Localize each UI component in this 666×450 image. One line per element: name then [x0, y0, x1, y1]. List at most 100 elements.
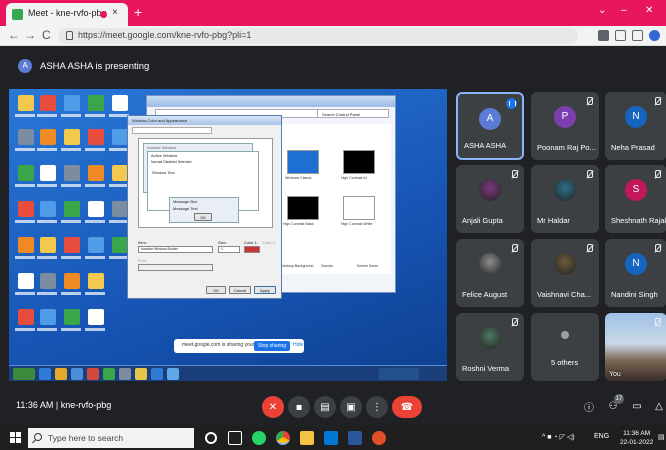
- mic-off-icon: [653, 170, 661, 180]
- participant-tile[interactable]: S Sheshnath Rajak: [605, 165, 666, 233]
- participant-tile[interactable]: Felice August: [456, 239, 524, 307]
- file-explorer-icon[interactable]: [300, 431, 314, 445]
- url-bar[interactable]: https://meet.google.com/kne-rvfo-pbg?pli…: [58, 28, 578, 44]
- chrome-icon[interactable]: [276, 431, 290, 445]
- desktop-icon-label: [37, 184, 57, 187]
- desktop-icon-label: [61, 328, 81, 331]
- camera-permission-icon[interactable]: [598, 30, 609, 41]
- desktop-icon: [64, 95, 80, 111]
- word-icon[interactable]: [348, 431, 362, 445]
- meeting-details-button[interactable]: ⓘ: [582, 399, 596, 414]
- app-icon[interactable]: [372, 431, 386, 445]
- camera-icon: ▪: [295, 401, 303, 413]
- desktop-icon-label: [85, 184, 105, 187]
- leave-call-button[interactable]: ☎: [392, 396, 422, 418]
- minimize-button[interactable]: –: [621, 5, 627, 16]
- mic-off-icon: [510, 170, 518, 180]
- mic-off-icon: [510, 244, 518, 254]
- desktop-icon-label: [109, 114, 129, 117]
- desktop-icon: [112, 95, 128, 111]
- participant-name: Anjali Gupta: [462, 216, 503, 225]
- desktop-icon: [18, 309, 34, 325]
- desktop-icon: [64, 201, 80, 217]
- new-tab-button[interactable]: +: [134, 4, 142, 20]
- participant-tile[interactable]: Mr Haldar: [531, 165, 599, 233]
- reload-button[interactable]: C: [42, 28, 51, 42]
- desktop-icon: [18, 273, 34, 289]
- desktop-icon-label: [15, 256, 35, 259]
- participant-photo: [479, 179, 501, 201]
- desktop-icon-label: [61, 256, 81, 259]
- activities-button[interactable]: △: [652, 399, 666, 413]
- windows-taskbar: Type here to search ^ ■ ◔ ◸ ◁) ENG 11:36…: [0, 426, 666, 450]
- mic-off-icon: [585, 170, 593, 180]
- desktop-icon-label: [37, 256, 57, 259]
- participant-tile[interactable]: Roshni Verma: [456, 313, 524, 381]
- participant-name: Neha Prasad: [611, 143, 655, 152]
- participant-tile[interactable]: N Neha Prasad: [605, 92, 666, 160]
- start-orb-icon: [13, 368, 35, 380]
- cortana-icon[interactable]: [205, 432, 217, 444]
- browser-tab[interactable]: Meet - kne-rvfo-pbg ×: [6, 3, 128, 26]
- mic-off-icon: ✕: [268, 401, 278, 413]
- extensions-icon[interactable]: [632, 30, 643, 41]
- participant-tile[interactable]: A ASHA ASHA: [456, 92, 524, 160]
- desktop-icon: [18, 237, 34, 253]
- taskbar-clock[interactable]: 11:36 AM 22-01-2022: [620, 429, 653, 447]
- desktop-icon-label: [15, 220, 35, 223]
- shared-tray: [379, 368, 419, 380]
- tray-icons[interactable]: ^ ■ ◔ ◸ ◁): [542, 433, 575, 441]
- desktop-icon: [112, 201, 128, 217]
- mic-off-icon: [653, 318, 661, 328]
- theme-hc-black: [287, 196, 319, 220]
- language-indicator[interactable]: ENG: [594, 433, 609, 440]
- meet-favicon-icon: [12, 9, 23, 20]
- desktop-icon-label: [85, 148, 105, 151]
- participant-name: Poonam Raj Po...: [537, 143, 596, 152]
- participant-avatar: P: [554, 106, 576, 128]
- people-button[interactable]: ⚇ 17: [606, 394, 624, 413]
- participant-tile[interactable]: Anjali Gupta: [456, 165, 524, 233]
- desktop-icon: [18, 165, 34, 181]
- desktop-icon: [88, 95, 104, 111]
- desktop-icon-label: [37, 220, 57, 223]
- mic-off-icon: [585, 244, 593, 254]
- windows-start-button[interactable]: [10, 432, 22, 444]
- profile-avatar-icon[interactable]: [649, 30, 660, 41]
- present-now-button[interactable]: ▣: [340, 396, 362, 418]
- forward-button[interactable]: →: [24, 28, 36, 42]
- stop-sharing-button: Stop sharing: [254, 341, 290, 351]
- mic-toggle-button[interactable]: ✕: [262, 396, 284, 418]
- participant-tile[interactable]: Vaishnavi Cha...: [531, 239, 599, 307]
- address-toolbar: ← → C https://meet.google.com/kne-rvfo-p…: [0, 26, 666, 46]
- participant-tile[interactable]: P Poonam Raj Po...: [531, 92, 599, 160]
- mic-off-icon: [653, 244, 661, 254]
- more-vert-icon: ⋮: [372, 401, 382, 413]
- close-window-button[interactable]: ✕: [645, 5, 653, 16]
- task-view-icon[interactable]: [228, 431, 242, 445]
- store-icon[interactable]: [324, 431, 338, 445]
- back-button[interactable]: ←: [8, 28, 20, 42]
- whatsapp-icon[interactable]: [252, 431, 266, 445]
- tab-title: Meet - kne-rvfo-pbg: [28, 8, 107, 18]
- mic-off-icon: [510, 318, 518, 328]
- chat-button[interactable]: ▭: [630, 399, 644, 413]
- camera-toggle-button[interactable]: ▪: [288, 396, 310, 418]
- desktop-icon-label: [61, 292, 81, 295]
- taskbar-search-input[interactable]: Type here to search: [28, 428, 194, 448]
- browser-tab-bar: Meet - kne-rvfo-pbg × + ⌄ – ✕: [0, 0, 666, 26]
- participant-tile[interactable]: You: [605, 313, 666, 381]
- desktop-icon-label: [15, 328, 35, 331]
- participant-tile[interactable]: 5 others: [531, 313, 599, 381]
- participant-tile[interactable]: N Nandini Singh: [605, 239, 666, 307]
- bookmark-icon[interactable]: [615, 30, 626, 41]
- info-icon: ⓘ: [584, 402, 594, 414]
- more-options-button[interactable]: ⋮: [366, 396, 388, 418]
- shared-screen: Search Control Panel Windows Classic Hig…: [9, 89, 447, 381]
- desktop-icon-label: [109, 184, 129, 187]
- tab-search-button[interactable]: ⌄: [598, 5, 606, 16]
- tab-close-button[interactable]: ×: [112, 7, 118, 18]
- captions-button[interactable]: ▤: [314, 396, 336, 418]
- desktop-icon: [64, 309, 80, 325]
- notifications-icon[interactable]: ▤: [658, 433, 665, 441]
